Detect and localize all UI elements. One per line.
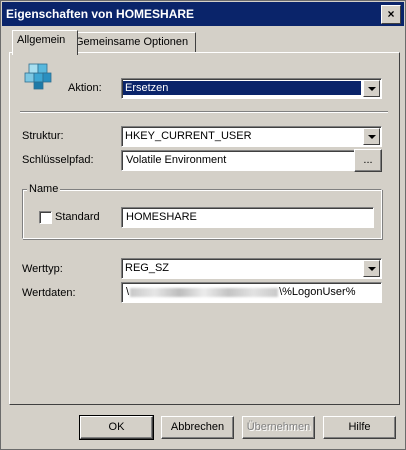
wertdaten-prefix: \ <box>126 286 130 298</box>
struktur-value: HKEY_CURRENT_USER <box>125 130 252 142</box>
wertdaten-suffix: \%LogonUser% <box>279 286 356 298</box>
name-group-legend: Name <box>27 183 61 195</box>
schluesselpfad-value: Volatile Environment <box>126 154 227 166</box>
name-value: HOMESHARE <box>126 211 197 223</box>
werttyp-select[interactable]: REG_SZ <box>121 258 382 279</box>
chevron-down-icon[interactable] <box>363 128 380 145</box>
title-bar: Eigenschaften von HOMESHARE × <box>2 2 404 26</box>
apply-button[interactable]: Übernehmen <box>242 416 315 439</box>
cancel-button[interactable]: Abbrechen <box>161 416 234 439</box>
aktion-label: Aktion: <box>68 82 102 94</box>
wertdaten-value: \ \%LogonUser% <box>126 286 356 298</box>
werttyp-label: Werttyp: <box>22 263 63 275</box>
aktion-select[interactable]: Ersetzen <box>121 78 382 99</box>
name-value-input[interactable]: HOMESHARE <box>121 207 374 228</box>
standard-label: Standard <box>55 211 100 223</box>
standard-checkbox[interactable] <box>39 211 52 224</box>
werttyp-value: REG_SZ <box>125 262 170 274</box>
schluesselpfad-input[interactable]: Volatile Environment <box>121 150 376 171</box>
chevron-down-icon[interactable] <box>363 80 380 97</box>
struktur-select[interactable]: HKEY_CURRENT_USER <box>121 126 382 147</box>
wertdaten-input[interactable]: \ \%LogonUser% <box>121 282 382 303</box>
close-button[interactable]: × <box>381 5 401 24</box>
browse-button[interactable]: ... <box>354 149 382 172</box>
tab-allgemein[interactable]: Allgemein <box>12 30 78 55</box>
wertdaten-label: Wertdaten: <box>22 287 76 299</box>
aktion-value: Ersetzen <box>123 81 361 95</box>
separator <box>20 111 388 113</box>
struktur-label: Struktur: <box>22 130 64 142</box>
schluesselpfad-label: Schlüsselpfad: <box>22 154 94 166</box>
ok-button[interactable]: OK <box>79 415 154 440</box>
redacted-server-name <box>130 287 279 297</box>
registry-cubes-icon <box>24 63 52 90</box>
window-title: Eigenschaften von HOMESHARE <box>6 7 195 21</box>
properties-dialog: Eigenschaften von HOMESHARE × Allgemein … <box>0 0 406 450</box>
help-button[interactable]: Hilfe <box>323 416 396 439</box>
tab-gemeinsame-optionen-label: Gemeinsame Optionen <box>75 36 189 48</box>
tab-gemeinsame-optionen[interactable]: Gemeinsame Optionen <box>70 32 196 54</box>
tab-allgemein-label: Allgemein <box>17 34 66 46</box>
tab-panel-allgemein: Aktion: Ersetzen Struktur: HKEY_CURRENT_… <box>9 52 400 405</box>
chevron-down-icon[interactable] <box>363 260 380 277</box>
